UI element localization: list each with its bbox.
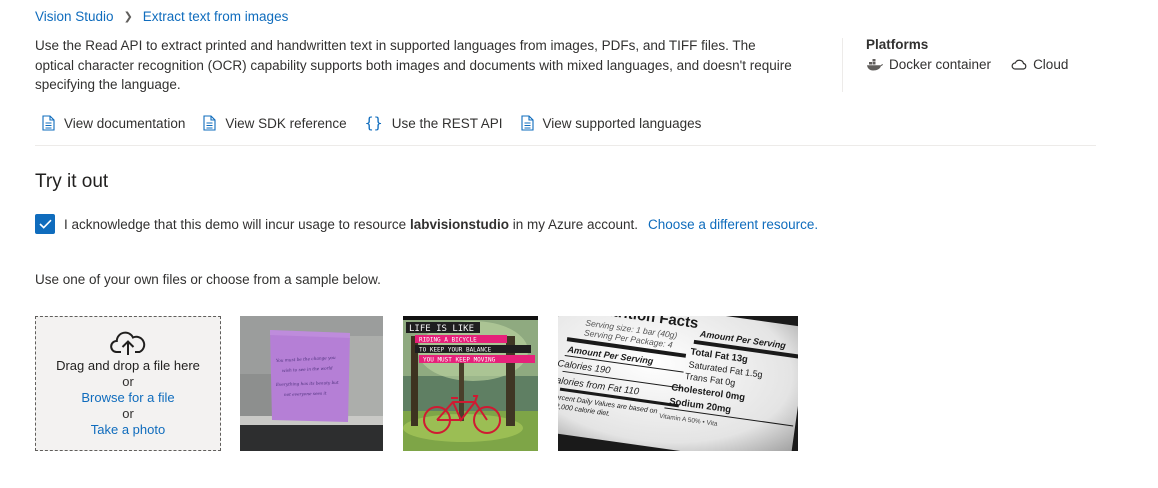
- acknowledge-checkbox[interactable]: [35, 214, 55, 234]
- breadcrumb-root-link[interactable]: Vision Studio: [35, 9, 114, 24]
- view-documentation-link[interactable]: View documentation: [42, 115, 185, 131]
- view-supported-languages-label: View supported languages: [542, 115, 702, 131]
- platform-cloud: Cloud: [1011, 57, 1068, 72]
- docker-icon: [867, 58, 883, 70]
- browse-file-link[interactable]: Browse for a file: [81, 390, 174, 406]
- platform-docker: Docker container: [866, 57, 991, 72]
- view-sdk-reference-label: View SDK reference: [225, 115, 347, 131]
- breadcrumb: Vision Studio ❯ Extract text from images: [35, 9, 288, 24]
- sample-image-bicycle-poster[interactable]: LIFE IS LIKE RIDING A BICYCLE TO KEEP YO…: [403, 316, 538, 451]
- checkmark-icon: [38, 219, 52, 229]
- resource-name: labvisionstudio: [409, 216, 509, 232]
- poster-line-3: TO KEEP YOUR BALANCE: [419, 347, 492, 354]
- documentation-links: View documentation View SDK reference {}…: [42, 114, 719, 132]
- platform-cloud-label: Cloud: [1033, 57, 1069, 72]
- acknowledge-suffix: in my Azure account.: [512, 216, 639, 232]
- choose-resource-link[interactable]: Choose a different resource.: [648, 217, 818, 232]
- dropzone-drag-text: Drag and drop a file here: [56, 358, 200, 373]
- page-description: Use the Read API to extract printed and …: [35, 38, 792, 92]
- acknowledge-row: I acknowledge that this demo will incur …: [35, 214, 818, 234]
- use-rest-api-link[interactable]: {} Use the REST API: [365, 114, 503, 132]
- poster-line-1: LIFE IS LIKE: [409, 324, 474, 334]
- platform-docker-label: Docker container: [889, 57, 992, 72]
- platforms-title: Platforms: [866, 37, 929, 52]
- take-photo-link[interactable]: Take a photo: [91, 422, 165, 438]
- poster-line-4: YOU MUST KEEP MOVING: [423, 357, 496, 364]
- view-documentation-label: View documentation: [64, 115, 186, 131]
- breadcrumb-current-link[interactable]: Extract text from images: [143, 9, 289, 24]
- braces-icon: {}: [364, 114, 383, 132]
- sample-image-sticky-note[interactable]: You must be the change you wish to see i…: [240, 316, 383, 451]
- platforms-list: Docker container Cloud: [866, 57, 1088, 72]
- view-supported-languages-link[interactable]: View supported languages: [520, 115, 702, 131]
- cloud-upload-icon: [110, 331, 146, 355]
- dropzone-or-1: or: [122, 374, 134, 389]
- platforms-panel: Platforms Docker container Cloud: [866, 37, 1088, 72]
- document-icon: [520, 115, 534, 131]
- chevron-right-icon: ❯: [123, 11, 133, 23]
- view-sdk-reference-link[interactable]: View SDK reference: [203, 115, 347, 131]
- use-own-file-text: Use one of your own files or choose from…: [35, 272, 381, 287]
- poster-line-2: RIDING A BICYCLE: [419, 337, 477, 344]
- use-rest-api-label: Use the REST API: [391, 115, 503, 131]
- sample-image-nutrition-label[interactable]: Nutrition Facts Serving size: 1 bar (40g…: [558, 316, 798, 451]
- vertical-divider: [842, 38, 843, 92]
- acknowledge-prefix: I acknowledge that this demo will incur …: [64, 216, 407, 232]
- document-icon: [203, 115, 216, 131]
- try-it-out-heading: Try it out: [35, 171, 109, 192]
- section-divider: [35, 145, 1096, 146]
- file-dropzone[interactable]: Drag and drop a file here or Browse for …: [35, 316, 221, 451]
- cloud-icon: [1011, 59, 1027, 70]
- dropzone-or-2: or: [122, 406, 134, 421]
- document-icon: [42, 115, 55, 131]
